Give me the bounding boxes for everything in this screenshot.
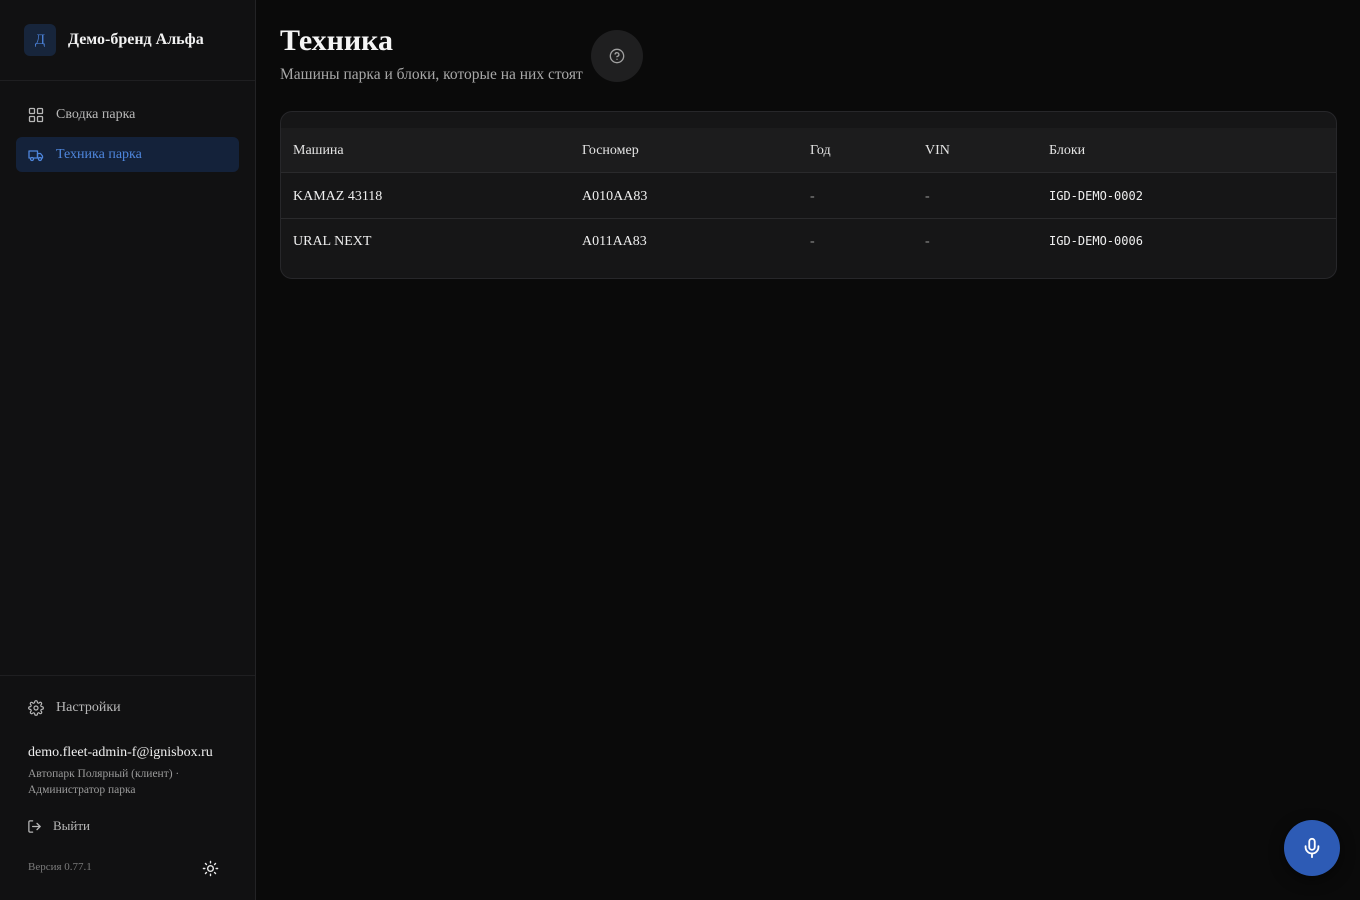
dashboard-icon <box>28 107 44 123</box>
cell-units: IGD-DEMO-0002 <box>1049 189 1143 203</box>
page-subtitle: Машины парка и блоки, которые на них сто… <box>280 66 583 83</box>
user-email: demo.fleet-admin-f@ignisbox.ru <box>28 745 213 760</box>
cell-vehicle: URAL NEXT <box>293 234 372 249</box>
cell-plate: А011АА83 <box>582 234 647 249</box>
help-button[interactable] <box>591 30 643 82</box>
sidebar-nav: Сводка парка Техника парка <box>0 81 255 193</box>
cell-vin: - <box>925 189 930 204</box>
brand-logo: Д <box>24 24 56 56</box>
sidebar-item-label: Сводка парка <box>56 106 136 122</box>
column-header-units[interactable]: Блоки <box>1049 128 1085 173</box>
gear-icon <box>28 700 44 716</box>
page-title: Техника <box>280 24 393 57</box>
voice-assistant-button[interactable] <box>1284 820 1340 876</box>
sidebar-item-label: Техника парка <box>56 146 142 162</box>
help-icon <box>609 48 625 64</box>
logout-label: Выйти <box>53 818 91 833</box>
table-row[interactable]: KAMAZ 43118 А010АА83 - - IGD-DEMO-0002 <box>281 174 1336 219</box>
app-version: Версия 0.77.1 <box>28 861 92 873</box>
sun-icon <box>202 860 219 877</box>
microphone-icon <box>1304 837 1320 859</box>
sidebar-item-fleet-summary[interactable]: Сводка парка <box>16 97 239 132</box>
cell-plate: А010АА83 <box>582 189 648 204</box>
column-header-vehicle[interactable]: Машина <box>293 128 344 173</box>
theme-toggle-button[interactable] <box>202 860 219 877</box>
settings-link[interactable]: Настройки <box>28 700 121 716</box>
logout-icon <box>27 819 42 834</box>
truck-icon <box>28 147 44 163</box>
user-role: Автопарк Полярный (клиент) · Администрат… <box>28 768 180 796</box>
logout-button[interactable]: Выйти <box>27 818 90 834</box>
cell-year: - <box>810 234 815 249</box>
brand-header[interactable]: Д Демо-бренд Альфа <box>0 0 255 81</box>
cell-vehicle: KAMAZ 43118 <box>293 189 383 204</box>
cell-units: IGD-DEMO-0006 <box>1049 234 1143 248</box>
column-header-plate[interactable]: Госномер <box>582 128 639 173</box>
brand-name: Демо-бренд Альфа <box>68 31 204 48</box>
vehicles-table: Машина Госномер Год VIN Блоки KAMAZ 4311… <box>280 111 1337 279</box>
sidebar: Д Демо-бренд Альфа Сводка парка Техника … <box>0 0 256 900</box>
cell-vin: - <box>925 234 930 249</box>
column-header-year[interactable]: Год <box>810 128 831 173</box>
column-header-vin[interactable]: VIN <box>925 128 950 173</box>
sidebar-footer: Настройки demo.fleet-admin-f@ignisbox.ru… <box>0 675 255 900</box>
cell-year: - <box>810 189 815 204</box>
sidebar-item-fleet-vehicles[interactable]: Техника парка <box>16 137 239 172</box>
settings-label: Настройки <box>56 700 121 715</box>
table-row[interactable]: URAL NEXT А011АА83 - - IGD-DEMO-0006 <box>281 219 1336 264</box>
table-header: Машина Госномер Год VIN Блоки <box>281 128 1336 173</box>
